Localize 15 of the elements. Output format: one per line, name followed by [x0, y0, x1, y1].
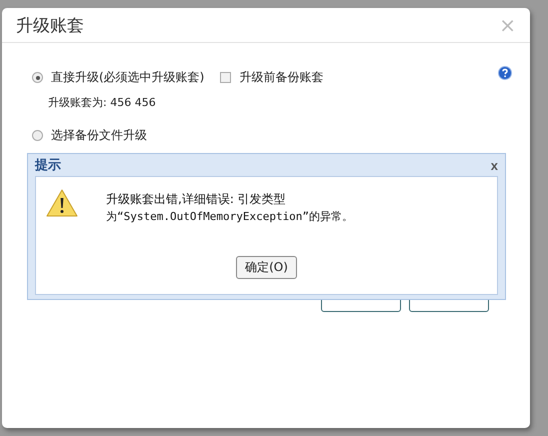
dialog-title: 升级账套 — [16, 14, 85, 36]
error-message: 为“System.OutOfMemoryException”的异常。 — [106, 209, 354, 224]
help-icon[interactable] — [498, 66, 512, 80]
ok-button[interactable]: 确定(O) — [236, 256, 297, 279]
radio-button[interactable] — [32, 72, 43, 82]
radio-label[interactable]: 直接升级(必须选中升级账套) — [51, 68, 204, 86]
account-text: 升级账套为: 456 456 — [48, 95, 157, 110]
radio-label[interactable]: 选择备份文件升级 — [51, 126, 147, 144]
warning-icon — [46, 189, 78, 217]
checkbox[interactable] — [220, 72, 232, 82]
error-message: 升级账套出错,详细错误: 引发类型 — [106, 191, 287, 208]
close-button[interactable]: x — [490, 158, 498, 172]
checkbox-label[interactable]: 升级前备份账套 — [239, 68, 324, 86]
message-title: 提示 — [35, 157, 62, 174]
radio-button[interactable] — [32, 130, 43, 140]
